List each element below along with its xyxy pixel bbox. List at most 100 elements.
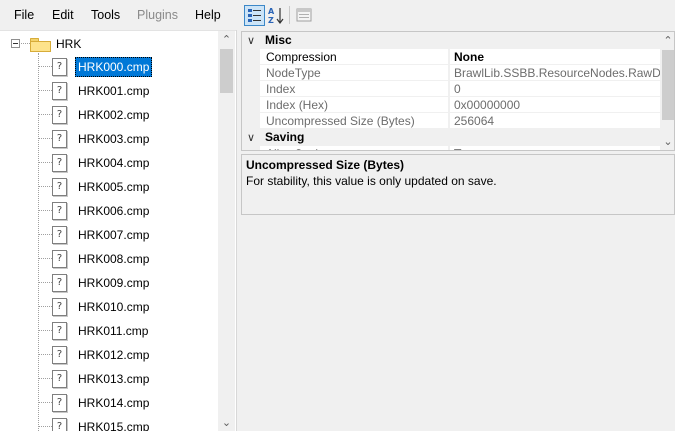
panel-splitter[interactable]	[236, 30, 240, 431]
tree-connector	[39, 114, 52, 115]
tree-scroll-thumb[interactable]	[220, 49, 233, 93]
scroll-up-icon[interactable]: ⌃	[218, 31, 235, 48]
property-name: Index (Hex)	[260, 97, 448, 113]
property-name: Index	[260, 81, 448, 97]
tree-root-node[interactable]: HRK	[0, 33, 218, 55]
description-text: For stability, this value is only update…	[246, 174, 497, 188]
tree-item-label: HRK006.cmp	[78, 204, 150, 218]
property-row[interactable]: Uncompressed Size (Bytes) 256064	[242, 113, 660, 129]
tree-connector	[39, 402, 52, 403]
scroll-down-icon[interactable]: ⌄	[660, 133, 674, 150]
property-row[interactable]: AllowSavingTrue	[242, 146, 660, 150]
scroll-down-icon[interactable]: ⌄	[218, 414, 235, 431]
tree-item[interactable]: ? HRK009.cmp	[0, 271, 218, 295]
tree-item[interactable]: ? HRK015.cmp	[0, 415, 218, 431]
svg-text:Z: Z	[268, 16, 274, 25]
tree-item[interactable]: ? HRK011.cmp	[0, 319, 218, 343]
property-value[interactable]: True	[449, 146, 660, 150]
tree-connector	[39, 66, 52, 67]
tree-item-label: HRK000.cmp	[75, 57, 153, 77]
tree-item[interactable]: ? HRK013.cmp	[0, 367, 218, 391]
tree-connector	[39, 186, 52, 187]
alphabetical-sort-button[interactable]: A Z	[266, 5, 287, 26]
unknown-file-icon: ?	[52, 370, 67, 388]
unknown-file-icon: ?	[52, 58, 67, 76]
tree-connector	[39, 258, 52, 259]
tree-item[interactable]: ? HRK005.cmp	[0, 175, 218, 199]
tree-connector	[39, 138, 52, 139]
menu-edit[interactable]: Edit	[52, 8, 74, 22]
tree-item[interactable]: ? HRK000.cmp	[0, 55, 218, 79]
tree-item[interactable]: ? HRK008.cmp	[0, 247, 218, 271]
tree-item[interactable]: ? HRK007.cmp	[0, 223, 218, 247]
tree-item-label: HRK007.cmp	[78, 228, 150, 242]
property-description-panel: Uncompressed Size (Bytes) For stability,…	[241, 154, 675, 215]
unknown-file-icon: ?	[52, 202, 67, 220]
tree-item[interactable]: ? HRK006.cmp	[0, 199, 218, 223]
tree-connector	[39, 282, 52, 283]
property-name: NodeType	[260, 65, 448, 81]
tree-item-label: HRK009.cmp	[78, 276, 150, 290]
property-pages-button[interactable]	[294, 5, 315, 26]
tree-item[interactable]: ? HRK012.cmp	[0, 343, 218, 367]
property-category-name: Saving	[265, 130, 305, 144]
menu-tools[interactable]: Tools	[91, 8, 120, 22]
tree-connector	[39, 378, 52, 379]
menu-bar: File Edit Tools Plugins Help A Z	[0, 0, 675, 30]
property-pages-icon	[296, 8, 312, 22]
unknown-file-icon: ?	[52, 82, 67, 100]
tree-scrollbar[interactable]: ⌃ ⌄	[218, 31, 235, 431]
tree-connector	[21, 43, 30, 44]
tree-connector	[39, 426, 52, 427]
tree-item-label: HRK003.cmp	[78, 132, 150, 146]
tree-item[interactable]: ? HRK001.cmp	[0, 79, 218, 103]
property-value: BrawlLib.SSBB.ResourceNodes.RawDataNode	[449, 65, 660, 81]
menu-plugins[interactable]: Plugins	[137, 8, 178, 22]
property-row[interactable]: Compression None	[242, 49, 660, 65]
svg-text:A: A	[268, 7, 275, 16]
collapse-chevron-icon[interactable]: ∨	[247, 129, 255, 146]
property-value: 0x00000000	[449, 97, 660, 113]
tree-connector	[39, 306, 52, 307]
collapse-chevron-icon[interactable]: ∨	[247, 32, 255, 49]
toolbar-separator	[289, 6, 290, 24]
tree-connector	[39, 90, 52, 91]
description-title: Uncompressed Size (Bytes)	[246, 158, 405, 172]
property-value[interactable]: None	[449, 49, 660, 65]
tree-item[interactable]: ? HRK003.cmp	[0, 127, 218, 151]
collapse-icon[interactable]	[11, 39, 20, 48]
tree-connector	[39, 234, 52, 235]
tree-item[interactable]: ? HRK014.cmp	[0, 391, 218, 415]
tree-item-label: HRK011.cmp	[78, 324, 149, 338]
property-grid[interactable]: ∨ Misc Compression None NodeType BrawlLib.SSB…	[241, 31, 675, 151]
property-grid-scrollbar[interactable]: ⌃ ⌄	[660, 32, 674, 150]
tree-item-label: HRK010.cmp	[78, 300, 150, 314]
tree-connector	[39, 354, 52, 355]
menu-file[interactable]: File	[14, 8, 34, 22]
tree-item[interactable]: ? HRK002.cmp	[0, 103, 218, 127]
property-row[interactable]: Index (Hex) 0x00000000	[242, 97, 660, 113]
categorized-view-button[interactable]	[244, 5, 265, 26]
tree-item-label: HRK001.cmp	[78, 84, 150, 98]
tree-item[interactable]: ? HRK004.cmp	[0, 151, 218, 175]
property-grid-scroll-thumb[interactable]	[662, 50, 674, 120]
tree-connector	[39, 162, 52, 163]
unknown-file-icon: ?	[52, 130, 67, 148]
property-row[interactable]: NodeType BrawlLib.SSBB.ResourceNodes.RawD…	[242, 65, 660, 81]
tree-item-label: HRK012.cmp	[78, 348, 150, 362]
scroll-up-icon[interactable]: ⌃	[660, 32, 674, 49]
property-category[interactable]: ∨ Misc	[242, 32, 660, 49]
unknown-file-icon: ?	[52, 226, 67, 244]
property-category-name: Misc	[265, 33, 292, 47]
unknown-file-icon: ?	[52, 154, 67, 172]
tree-connector	[39, 330, 52, 331]
node-tree[interactable]: HRK ? HRK000.cmp? HRK001.cmp? HRK002.cmp? HR…	[0, 30, 236, 431]
property-category[interactable]: ∨ Saving	[242, 129, 660, 146]
tree-item[interactable]: ? HRK010.cmp	[0, 295, 218, 319]
unknown-file-icon: ?	[52, 322, 67, 340]
categorized-view-icon	[248, 9, 261, 22]
folder-icon	[30, 38, 51, 52]
property-row[interactable]: Index 0	[242, 81, 660, 97]
menu-help[interactable]: Help	[195, 8, 221, 22]
unknown-file-icon: ?	[52, 178, 67, 196]
